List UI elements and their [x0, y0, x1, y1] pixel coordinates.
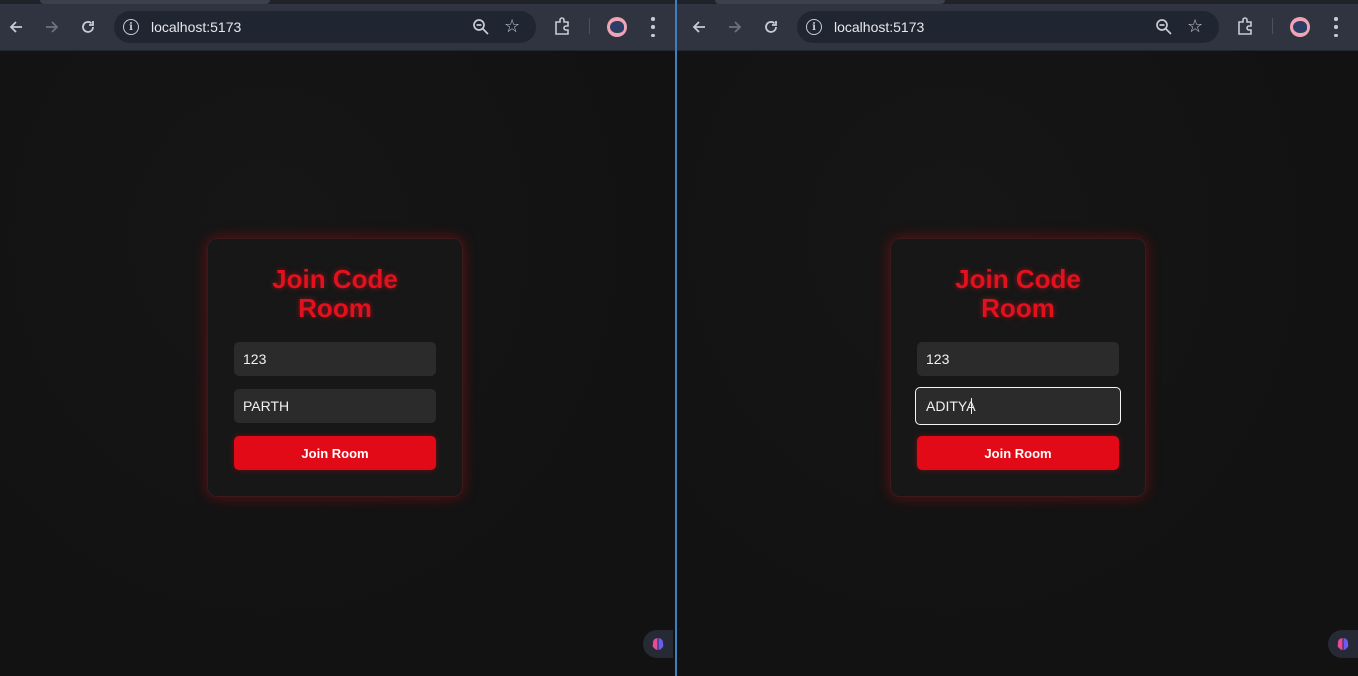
reload-button[interactable] [759, 15, 783, 39]
left-browser-window: i localhost:5173 ☆ Join Code Room Join R… [0, 0, 675, 676]
site-info-icon[interactable]: i [123, 19, 139, 35]
browser-toolbar: i localhost:5173 ☆ [0, 0, 675, 51]
zoom-icon[interactable] [1154, 17, 1174, 37]
browser-toolbar: i localhost:5173 ☆ [677, 0, 1358, 51]
profile-avatar-icon[interactable] [607, 17, 627, 37]
profile-avatar-icon[interactable] [1290, 17, 1310, 37]
site-info-icon[interactable]: i [806, 19, 822, 35]
reload-button[interactable] [76, 15, 100, 39]
tab-strip [0, 0, 675, 4]
toolbar-separator [589, 18, 590, 34]
address-bar[interactable]: i localhost:5173 ☆ [797, 11, 1219, 43]
reload-icon [765, 21, 777, 33]
back-arrow-icon [9, 21, 22, 33]
app-page: Join Code Room Join Room [0, 51, 675, 676]
join-room-button[interactable]: Join Room [234, 436, 436, 470]
forward-button[interactable] [723, 15, 747, 39]
tab-edge[interactable] [715, 0, 945, 4]
right-browser-window: i localhost:5173 ☆ Join Code Room Join R… [677, 0, 1358, 676]
room-id-input[interactable] [917, 342, 1119, 376]
brain-extension-icon [652, 638, 664, 650]
tab-strip [677, 0, 1358, 4]
forward-arrow-icon [729, 21, 742, 33]
extensions-puzzle-icon[interactable] [553, 16, 573, 36]
username-input[interactable] [234, 389, 436, 423]
join-room-card: Join Code Room Join Room [207, 238, 463, 497]
join-room-card: Join Code Room Join Room [890, 238, 1146, 497]
brain-extension-button[interactable] [1328, 630, 1358, 658]
url-text: localhost:5173 [151, 19, 242, 35]
join-room-button[interactable]: Join Room [917, 436, 1119, 470]
address-bar[interactable]: i localhost:5173 ☆ [114, 11, 536, 43]
more-menu-icon[interactable] [1334, 17, 1338, 37]
toolbar-separator [1272, 18, 1273, 34]
reload-icon [82, 21, 94, 33]
room-id-input[interactable] [234, 342, 436, 376]
split-screen: i localhost:5173 ☆ Join Code Room Join R… [0, 0, 1358, 676]
bookmark-star-icon[interactable]: ☆ [1187, 16, 1203, 36]
more-menu-icon[interactable] [651, 17, 655, 37]
back-arrow-icon [692, 21, 705, 33]
zoom-icon[interactable] [471, 17, 491, 37]
back-button[interactable] [4, 15, 28, 39]
brain-extension-icon [1337, 638, 1349, 650]
text-caret [971, 398, 972, 414]
forward-button[interactable] [40, 15, 64, 39]
url-text: localhost:5173 [834, 19, 925, 35]
back-button[interactable] [687, 15, 711, 39]
app-page: Join Code Room Join Room [677, 51, 1358, 676]
bookmark-star-icon[interactable]: ☆ [504, 16, 520, 36]
brain-extension-button[interactable] [643, 630, 673, 658]
card-title: Join Code Room [955, 264, 1081, 323]
tab-edge[interactable] [40, 0, 270, 4]
forward-arrow-icon [46, 21, 59, 33]
username-input[interactable] [915, 387, 1121, 425]
card-title: Join Code Room [272, 264, 398, 323]
extensions-puzzle-icon[interactable] [1236, 16, 1256, 36]
